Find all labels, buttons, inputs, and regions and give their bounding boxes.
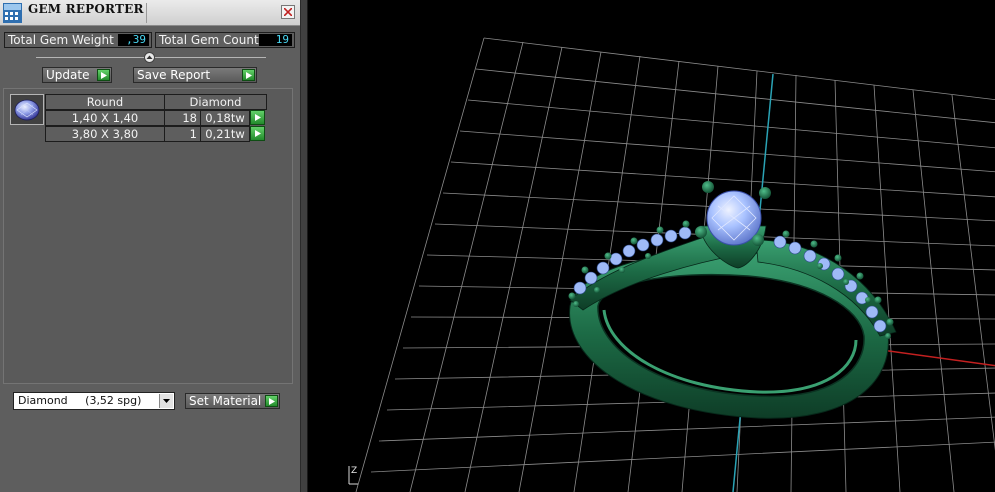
- total-gem-count-value: 19: [259, 34, 292, 46]
- ring-model: [568, 181, 897, 419]
- total-gem-count-label: Total Gem Count: [159, 33, 259, 47]
- total-gem-count: Total Gem Count 19: [155, 32, 295, 48]
- title-divider: [146, 3, 147, 23]
- total-gem-weight-label: Total Gem Weight: [8, 33, 114, 47]
- update-go-icon: [97, 69, 110, 81]
- total-gem-weight-value: ,39: [118, 34, 149, 46]
- material-select-value: Diamond (3,52 spg): [18, 394, 142, 407]
- round-gem-thumbnail[interactable]: [10, 94, 44, 125]
- material-dropdown-arrow[interactable]: [159, 394, 173, 408]
- panel-splitter[interactable]: [300, 0, 308, 492]
- set-material-button[interactable]: Set Material: [185, 393, 280, 409]
- axis-label-z: Z: [351, 466, 358, 476]
- table-row-1-go-button[interactable]: [250, 110, 265, 125]
- table-row-2-size: 3,80 X 3,80: [45, 126, 165, 142]
- chevron-down-icon: [163, 399, 170, 403]
- viewport-scene: [355, 37, 995, 492]
- close-button[interactable]: [281, 5, 295, 19]
- set-material-button-label: Set Material: [189, 394, 262, 408]
- axis-orientation-icon: Z: [346, 464, 360, 490]
- table-row-1-count: 18: [164, 110, 201, 126]
- collapse-slider-handle[interactable]: [144, 52, 155, 63]
- save-report-go-icon: [242, 69, 255, 81]
- round-gem-icon: [14, 99, 40, 121]
- total-gem-weight: Total Gem Weight ,39: [4, 32, 152, 48]
- update-button[interactable]: Update: [42, 67, 112, 83]
- table-row-1-size: 1,40 X 1,40: [45, 110, 165, 126]
- green-go-arrow-icon: [255, 114, 261, 121]
- table-row-2-count: 1: [164, 126, 201, 142]
- gem-reporter-panel: GEM REPORTER Total Gem Weight ,39 Total …: [0, 0, 300, 492]
- title-bar: GEM REPORTER: [0, 0, 300, 26]
- collapse-slider-icon: [146, 55, 153, 59]
- 3d-viewport[interactable]: [308, 0, 995, 492]
- table-row-1-weight: 0,18tw: [200, 110, 250, 126]
- green-go-arrow-icon: [255, 130, 261, 137]
- save-report-button[interactable]: Save Report: [133, 67, 257, 83]
- close-icon: [284, 8, 292, 16]
- table-row-2-weight: 0,21tw: [200, 126, 250, 142]
- save-report-button-label: Save Report: [137, 68, 211, 82]
- set-material-go-icon: [265, 395, 278, 407]
- table-header-shape: Round: [45, 94, 165, 110]
- update-button-label: Update: [46, 68, 90, 82]
- window-title: GEM REPORTER: [28, 2, 144, 16]
- gem-reporter-app-icon: [3, 3, 22, 23]
- table-row-2-go-button[interactable]: [250, 126, 265, 141]
- material-select[interactable]: Diamond (3,52 spg): [13, 392, 175, 410]
- table-header-type: Diamond: [164, 94, 267, 110]
